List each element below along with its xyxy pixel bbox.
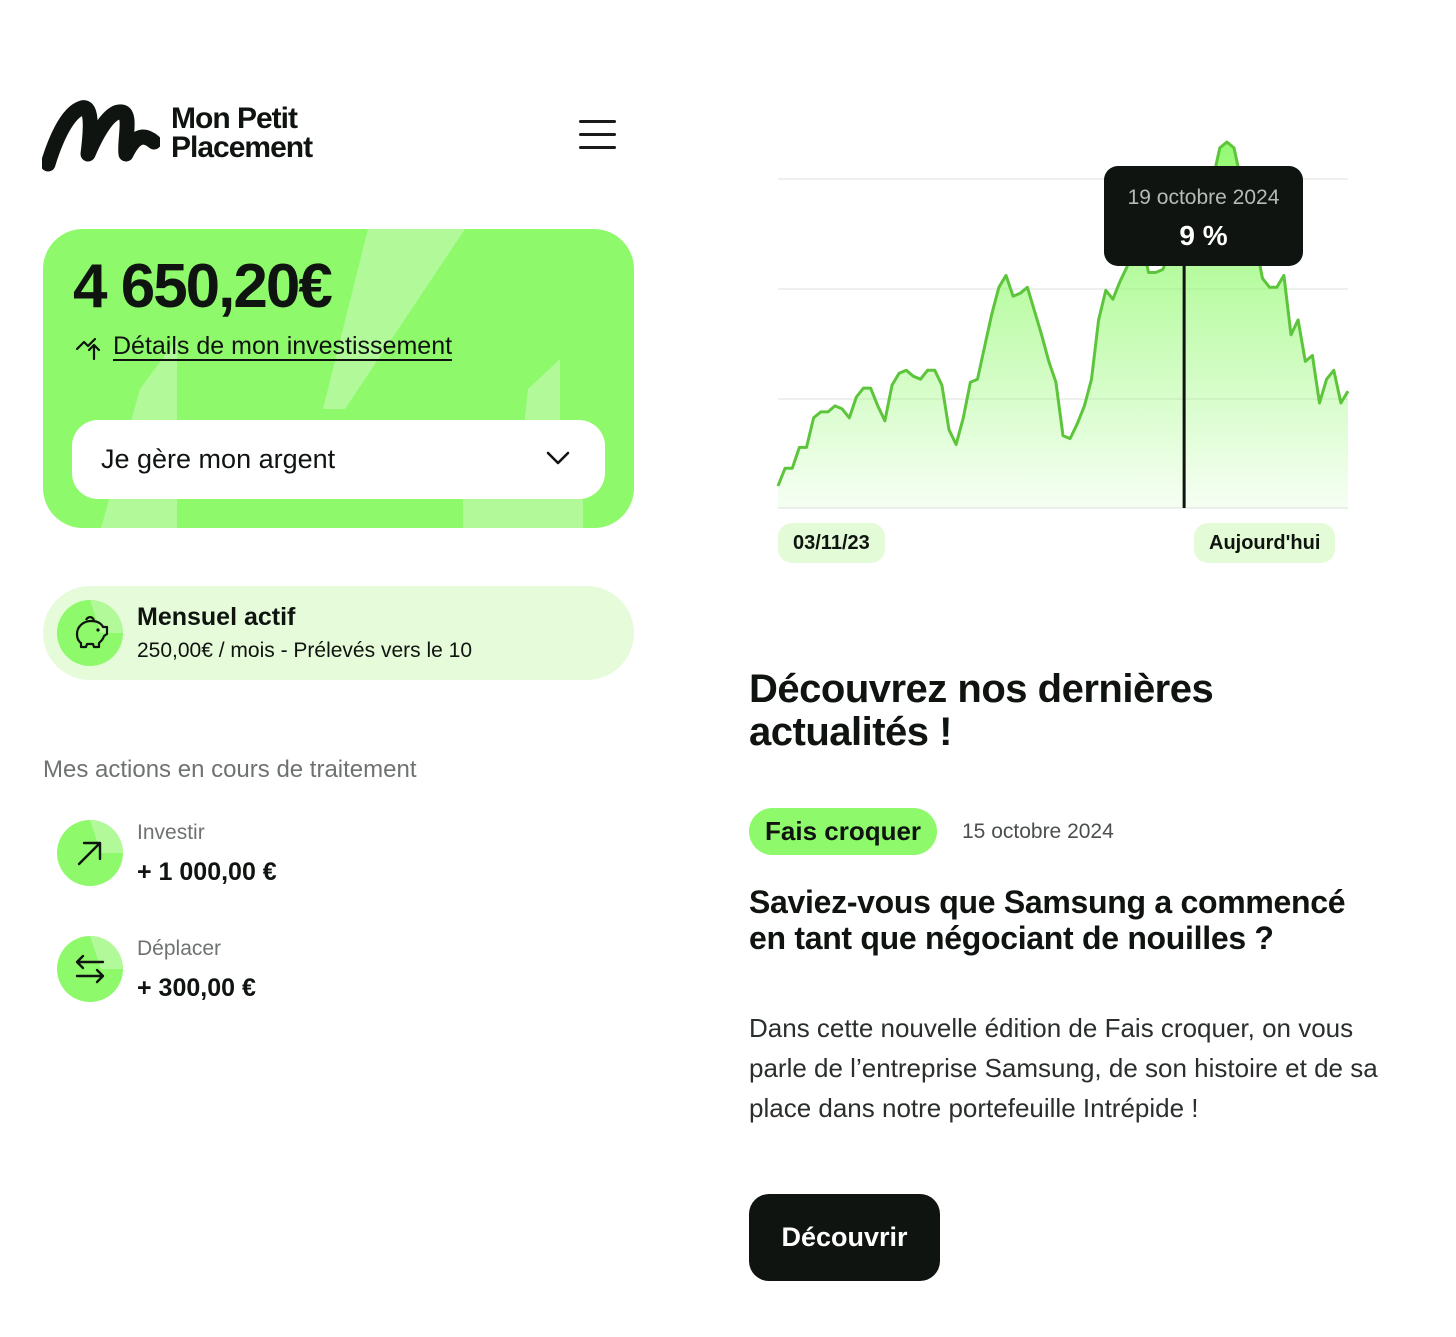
balance-amount: 4 650,20€ <box>73 252 333 321</box>
article-body: Dans cette nouvelle édition de Fais croq… <box>749 1013 1378 1123</box>
brand-name-line1: Mon Petit <box>171 102 298 135</box>
hamburger-icon-line <box>579 146 616 149</box>
menu-button[interactable] <box>579 118 617 152</box>
pending-action-amount: + 300,00 € <box>137 974 256 1002</box>
growth-arrow-icon <box>75 337 101 360</box>
pending-action-move[interactable]: Déplacer + 300,00 € <box>57 936 557 1006</box>
discover-button[interactable]: Découvrir <box>749 1194 940 1281</box>
chart-x-start-label: 03/11/23 <box>778 523 885 563</box>
hamburger-icon-line <box>579 133 616 136</box>
article-title[interactable]: Saviez-vous que Samsung a commencé en ta… <box>749 884 1389 956</box>
swap-arrows-icon <box>57 936 123 1002</box>
pending-action-label: Investir <box>137 821 205 844</box>
news-tag[interactable]: Fais croquer <box>749 808 938 855</box>
balance-card: 4 650,20€ Détails de mon investissement … <box>43 229 634 528</box>
pending-action-invest[interactable]: Investir + 1 000,00 € <box>57 820 557 890</box>
news-section-title: Découvrez nos dernières actualités ! <box>749 667 1214 754</box>
pending-action-label: Déplacer <box>137 937 222 960</box>
monthly-plan-card[interactable]: Mensuel actif 250,00€ / mois - Prélevés … <box>43 586 634 680</box>
monthly-plan-subtitle: 250,00€ / mois - Prélevés vers le 10 <box>137 639 472 662</box>
investment-details-label: Détails de mon investissement <box>113 332 453 360</box>
brand-name: Mon Petit Placement <box>171 102 313 164</box>
pending-action-amount: + 1 000,00 € <box>137 858 277 886</box>
chart-x-end-label: Aujourd'hui <box>1194 523 1336 563</box>
chevron-down-icon <box>546 451 570 465</box>
piggy-bank-icon <box>57 600 123 666</box>
manage-money-dropdown[interactable]: Je gère mon argent <box>72 420 605 499</box>
chart-tooltip-date: 19 octobre 2024 <box>1127 186 1280 209</box>
chart-tooltip-value: 9 % <box>1179 220 1228 251</box>
investment-details-link[interactable]: Détails de mon investissement <box>75 332 452 361</box>
arrow-up-right-icon <box>57 820 123 886</box>
manage-money-label: Je gère mon argent <box>101 444 336 474</box>
hamburger-icon <box>579 120 616 123</box>
news-date: 15 octobre 2024 <box>962 820 1114 843</box>
brand-name-line2: Placement <box>171 131 313 164</box>
pending-actions-title: Mes actions en cours de traitement <box>43 756 417 783</box>
chart-tooltip: 19 octobre 2024 9 % <box>1104 166 1303 266</box>
brand-logo-icon[interactable] <box>42 98 160 174</box>
monthly-plan-title: Mensuel actif <box>137 603 296 631</box>
